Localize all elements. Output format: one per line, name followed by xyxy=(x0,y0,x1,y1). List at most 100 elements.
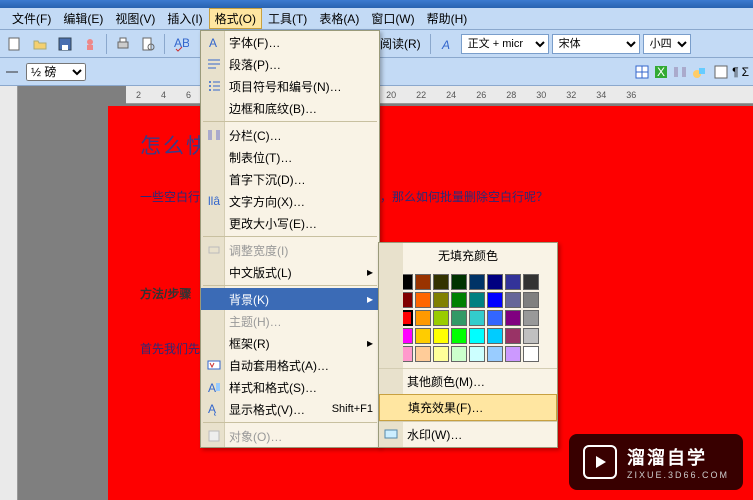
color-swatch[interactable] xyxy=(505,328,521,344)
spellcheck-icon[interactable]: ABC xyxy=(170,33,192,55)
columns-icon[interactable] xyxy=(672,64,688,80)
docmap-icon[interactable] xyxy=(713,64,729,80)
color-swatch[interactable] xyxy=(433,328,449,344)
menu-direction[interactable]: llâ文字方向(X)… xyxy=(201,190,379,212)
menu-autoformat[interactable]: 自动套用格式(A)… xyxy=(201,354,379,376)
menu-object: 对象(O)… xyxy=(201,425,379,447)
color-swatch[interactable] xyxy=(487,274,503,290)
menu-frame[interactable]: 框架(R)▸ xyxy=(201,332,379,354)
style-name-combo[interactable]: 正文 + micr xyxy=(461,34,549,54)
showmarks-icon[interactable]: ¶ xyxy=(732,65,738,79)
color-swatch[interactable] xyxy=(433,346,449,362)
color-swatch[interactable] xyxy=(469,310,485,326)
menu-help[interactable]: 帮助(H) xyxy=(421,8,474,29)
color-swatch[interactable] xyxy=(487,310,503,326)
menu-insert[interactable]: 插入(I) xyxy=(161,8,208,29)
more-colors[interactable]: 其他颜色(M)… xyxy=(379,368,557,394)
menu-font[interactable]: A字体(F)… xyxy=(201,31,379,53)
menu-bullets[interactable]: 项目符号和编号(N)… xyxy=(201,75,379,97)
style-A-icon[interactable]: A xyxy=(436,33,458,55)
fill-effects[interactable]: 填充效果(F)… xyxy=(379,394,557,421)
menu-edit[interactable]: 编辑(E) xyxy=(57,8,109,29)
color-swatch[interactable] xyxy=(415,292,431,308)
svg-text:A: A xyxy=(209,36,217,50)
svg-text:Ą: Ą xyxy=(208,402,217,416)
color-swatch[interactable] xyxy=(523,274,539,290)
color-swatch[interactable] xyxy=(451,292,467,308)
new-icon[interactable] xyxy=(4,33,26,55)
menu-table[interactable]: 表格(A) xyxy=(313,8,365,29)
color-swatch[interactable] xyxy=(523,328,539,344)
color-swatch[interactable] xyxy=(523,292,539,308)
read-label[interactable]: 阅读(R) xyxy=(376,35,425,52)
color-swatch[interactable] xyxy=(433,310,449,326)
color-swatch[interactable] xyxy=(451,274,467,290)
font-combo[interactable]: 宋体 xyxy=(552,34,640,54)
menu-tabs[interactable]: 制表位(T)… xyxy=(201,146,379,168)
object-icon xyxy=(203,425,225,447)
permission-icon[interactable] xyxy=(79,33,101,55)
format-dropdown[interactable]: A字体(F)… 段落(P)… 项目符号和编号(N)… 边框和底纹(B)… 分栏(… xyxy=(200,30,380,448)
color-palette[interactable] xyxy=(379,268,557,368)
direction-icon: llâ xyxy=(203,190,225,212)
color-swatch[interactable] xyxy=(469,328,485,344)
table-icon[interactable] xyxy=(634,64,650,80)
color-swatch[interactable] xyxy=(523,346,539,362)
color-swatch[interactable] xyxy=(505,274,521,290)
color-swatch[interactable] xyxy=(505,310,521,326)
color-swatch[interactable] xyxy=(487,346,503,362)
background-submenu[interactable]: 无填充颜色 其他颜色(M)… 填充效果(F)… 水印(W)… xyxy=(378,242,558,448)
color-swatch[interactable] xyxy=(451,310,467,326)
line-style-icon[interactable] xyxy=(4,64,20,80)
color-swatch[interactable] xyxy=(415,328,431,344)
site-watermark: 溜溜自学 ZIXUE.3D66.COM xyxy=(569,434,743,490)
line-weight-combo[interactable]: ½ 磅 xyxy=(26,63,86,81)
vertical-ruler xyxy=(0,86,18,500)
color-swatch[interactable] xyxy=(523,310,539,326)
menu-background[interactable]: 背景(K)▸ xyxy=(201,288,379,310)
color-swatch[interactable] xyxy=(505,346,521,362)
menu-format[interactable]: 格式(O) xyxy=(209,8,262,29)
menu-dropcap[interactable]: 首字下沉(D)… xyxy=(201,168,379,190)
no-fill-option[interactable]: 无填充颜色 xyxy=(379,243,557,268)
color-swatch[interactable] xyxy=(505,292,521,308)
color-swatch[interactable] xyxy=(451,346,467,362)
color-swatch[interactable] xyxy=(415,274,431,290)
excel-icon[interactable]: X xyxy=(653,64,669,80)
menu-reveal[interactable]: Ą显示格式(V)…Shift+F1 xyxy=(201,398,379,420)
print-icon[interactable] xyxy=(112,33,134,55)
color-swatch[interactable] xyxy=(469,274,485,290)
svg-text:A: A xyxy=(208,381,216,395)
menu-file[interactable]: 文件(F) xyxy=(6,8,57,29)
watermark-option[interactable]: 水印(W)… xyxy=(379,421,557,447)
color-swatch[interactable] xyxy=(433,274,449,290)
menu-paragraph[interactable]: 段落(P)… xyxy=(201,53,379,75)
svg-text:llâ: llâ xyxy=(208,194,220,208)
svg-text:A: A xyxy=(441,38,450,52)
color-swatch[interactable] xyxy=(469,292,485,308)
menu-cjk[interactable]: 中文版式(L)▸ xyxy=(201,261,379,283)
menu-styles[interactable]: A样式和格式(S)… xyxy=(201,376,379,398)
color-swatch[interactable] xyxy=(415,310,431,326)
menu-tools[interactable]: 工具(T) xyxy=(262,8,313,29)
color-swatch[interactable] xyxy=(487,328,503,344)
menu-borders[interactable]: 边框和底纹(B)… xyxy=(201,97,379,119)
menu-case[interactable]: 更改大小写(E)… xyxy=(201,212,379,234)
watermark-title: 溜溜自学 xyxy=(627,444,729,470)
open-icon[interactable] xyxy=(29,33,51,55)
menu-view[interactable]: 视图(V) xyxy=(109,8,161,29)
drawing-icon[interactable] xyxy=(691,64,707,80)
preview-icon[interactable] xyxy=(137,33,159,55)
color-swatch[interactable] xyxy=(433,292,449,308)
color-swatch[interactable] xyxy=(451,328,467,344)
color-swatch[interactable] xyxy=(469,346,485,362)
color-swatch[interactable] xyxy=(487,292,503,308)
sigma-icon[interactable]: Σ xyxy=(742,65,749,79)
size-combo[interactable]: 小四 xyxy=(643,34,691,54)
color-swatch[interactable] xyxy=(415,346,431,362)
chevron-right-icon: ▸ xyxy=(367,265,373,279)
menubar[interactable]: 文件(F) 编辑(E) 视图(V) 插入(I) 格式(O) 工具(T) 表格(A… xyxy=(0,8,753,30)
save-icon[interactable] xyxy=(54,33,76,55)
menu-columns[interactable]: 分栏(C)… xyxy=(201,124,379,146)
menu-window[interactable]: 窗口(W) xyxy=(365,8,420,29)
